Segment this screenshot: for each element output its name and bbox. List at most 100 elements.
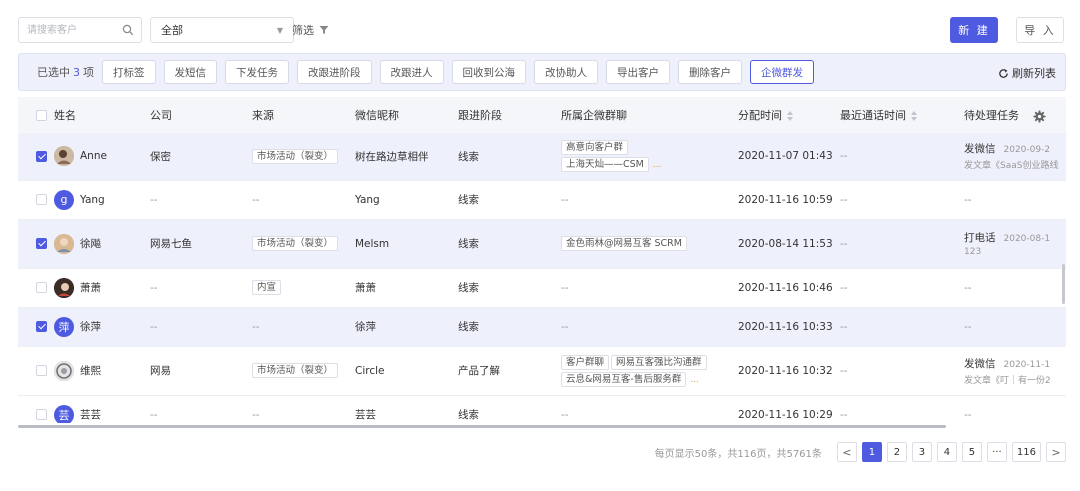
company-cell: -- — [150, 193, 158, 206]
col-header-wechat: 微信昵称 — [355, 109, 399, 122]
task-cell: -- — [964, 320, 972, 333]
more-groups-link[interactable]: ... — [653, 160, 662, 170]
recycle-to-pool-button[interactable]: 回收到公海 — [451, 60, 526, 84]
avatar — [54, 146, 74, 167]
page-button-2[interactable]: 2 — [886, 442, 907, 462]
col-header-assign-time[interactable]: 分配时间 — [738, 97, 840, 133]
tag-button[interactable]: 打标签 — [102, 60, 156, 84]
col-header-name: 姓名 — [54, 109, 76, 122]
avatar: 芸 — [54, 404, 74, 423]
page-ellipsis[interactable]: ··· — [986, 442, 1007, 462]
horizontal-scrollbar[interactable] — [18, 425, 946, 428]
customer-name-link[interactable]: Anne — [80, 150, 107, 162]
page-button-1[interactable]: 1 — [861, 442, 882, 462]
row-checkbox[interactable] — [36, 238, 47, 249]
customer-name-link[interactable]: 徐飚 — [80, 236, 101, 251]
last-call-cell: -- — [840, 408, 848, 421]
customer-name-link[interactable]: 萧萧 — [80, 280, 101, 295]
source-tag: 市场活动（裂变） — [252, 236, 339, 251]
col-header-company: 公司 — [150, 109, 172, 122]
avatar — [54, 360, 74, 381]
table-row[interactable]: 徐飚 网易七鱼 市场活动（裂变） Melsm 线索 金色雨林@网易互客 SCRM… — [18, 219, 1066, 268]
search-icon[interactable] — [122, 24, 134, 36]
assign-time-cell: 2020-11-16 10:29 — [738, 408, 833, 421]
select-all-checkbox[interactable] — [36, 110, 47, 121]
assign-time-cell: 2020-11-16 10:59 — [738, 193, 833, 206]
table-row[interactable]: 芸芸芸 -- -- 芸芸 线索 -- 2020-11-16 10:29 -- -… — [18, 395, 1066, 423]
last-call-cell: -- — [840, 237, 848, 250]
sort-icon[interactable] — [911, 111, 917, 121]
table-row[interactable]: 萍徐萍 -- -- 徐萍 线索 -- 2020-11-16 10:33 -- -… — [18, 307, 1066, 346]
scope-select[interactable]: 全部 ▼ — [150, 17, 294, 43]
row-checkbox[interactable] — [36, 321, 47, 332]
next-page-button[interactable]: > — [1046, 442, 1066, 462]
group-tag: 网易互客强比沟通群 — [611, 354, 707, 370]
assign-time-cell: 2020-11-07 01:43 — [738, 150, 833, 163]
task-detail: 123 — [964, 247, 982, 257]
export-customers-button[interactable]: 导出客户 — [606, 60, 670, 84]
stage-cell: 线索 — [458, 409, 479, 421]
new-customer-button[interactable]: 新 建 — [950, 17, 998, 43]
task-type: 发微信 — [964, 143, 996, 156]
change-assistant-button[interactable]: 改协助人 — [534, 60, 598, 84]
source-cell: -- — [252, 193, 260, 206]
pagination: 每页显示50条，共116页，共5761条 < 1 2 3 4 5 ··· 116… — [655, 441, 1066, 463]
row-checkbox[interactable] — [36, 282, 47, 293]
more-groups-link[interactable]: ... — [690, 375, 699, 385]
task-date: 2020-08-1 — [1003, 234, 1051, 244]
source-cell: -- — [252, 320, 260, 333]
last-call-cell: -- — [840, 150, 848, 163]
import-button[interactable]: 导 入 — [1016, 17, 1064, 43]
source-tag: 内宣 — [252, 280, 282, 295]
row-checkbox[interactable] — [36, 150, 47, 162]
table-row[interactable]: g Yang -- -- Yang 线索 -- 2020-11-16 10:59 … — [18, 180, 1066, 219]
filter-label: 筛选 — [292, 24, 314, 37]
assign-task-button[interactable]: 下发任务 — [225, 60, 289, 84]
wechat-cell: 芸芸 — [355, 409, 376, 421]
groups-cell: -- — [561, 320, 569, 333]
customer-search-input[interactable] — [19, 18, 115, 42]
group-tag: 金色雨林@网易互客 SCRM — [561, 236, 687, 251]
avatar: g — [54, 189, 74, 210]
sort-icon[interactable] — [787, 111, 793, 121]
wechat-cell: 徐萍 — [355, 321, 376, 333]
customer-table: 姓名 公司 来源 微信昵称 跟进阶段 所属企微群聊 分配时间 最近通话时间 待处… — [18, 97, 1066, 423]
page-button-last[interactable]: 116 — [1011, 442, 1041, 462]
col-header-stage: 跟进阶段 — [458, 109, 502, 122]
col-header-pending-task: 待处理任务 — [964, 97, 1066, 133]
group-tag: 高意向客户群 — [561, 140, 629, 156]
table-row[interactable]: 萧萧 -- 内宣 萧萧 线索 -- 2020-11-16 10:46 -- -- — [18, 268, 1066, 307]
source-cell: -- — [252, 408, 260, 421]
page-button-5[interactable]: 5 — [961, 442, 982, 462]
row-checkbox[interactable] — [36, 194, 47, 205]
company-cell: 网易 — [150, 365, 171, 377]
prev-page-button[interactable]: < — [836, 442, 857, 462]
wecom-broadcast-button[interactable]: 企微群发 — [750, 60, 814, 84]
table-row[interactable]: Anne 保密 市场活动（裂变） 树在路边草相伴 线索 高意向客户群 上海天灿——… — [18, 133, 1066, 180]
row-checkbox[interactable] — [36, 365, 47, 376]
page-button-4[interactable]: 4 — [936, 442, 957, 462]
delete-customers-button[interactable]: 删除客户 — [678, 60, 742, 84]
customer-name-link[interactable]: 维熙 — [80, 363, 101, 378]
row-checkbox[interactable] — [36, 409, 47, 420]
change-stage-button[interactable]: 改跟进阶段 — [297, 60, 372, 84]
table-row[interactable]: 维熙 网易 市场活动（裂变） Circle 产品了解 客户群聊 网易互客强比沟通群… — [18, 346, 1066, 395]
wechat-cell: Circle — [355, 364, 385, 377]
customer-table-viewport[interactable]: 姓名 公司 来源 微信昵称 跟进阶段 所属企微群聊 分配时间 最近通话时间 待处… — [18, 97, 1066, 423]
col-header-last-call[interactable]: 最近通话时间 — [840, 97, 964, 133]
customer-name-link[interactable]: Yang — [80, 194, 105, 206]
change-owner-button[interactable]: 改跟进人 — [379, 60, 444, 84]
customer-name-link[interactable]: 芸芸 — [80, 407, 101, 422]
customer-name-link[interactable]: 徐萍 — [80, 319, 101, 334]
page-button-3[interactable]: 3 — [911, 442, 932, 462]
gear-icon[interactable] — [1032, 109, 1046, 123]
refresh-list-button[interactable]: 刷新列表 — [998, 65, 1056, 81]
filter-button[interactable]: 筛选 — [280, 17, 340, 43]
groups-cell: -- — [561, 193, 569, 206]
vertical-scrollbar[interactable] — [1062, 264, 1065, 304]
send-sms-button[interactable]: 发短信 — [163, 60, 217, 84]
task-cell: -- — [964, 281, 972, 294]
assign-time-cell: 2020-11-16 10:32 — [738, 364, 833, 377]
customer-search-box[interactable] — [18, 17, 142, 43]
refresh-icon — [999, 68, 1008, 78]
